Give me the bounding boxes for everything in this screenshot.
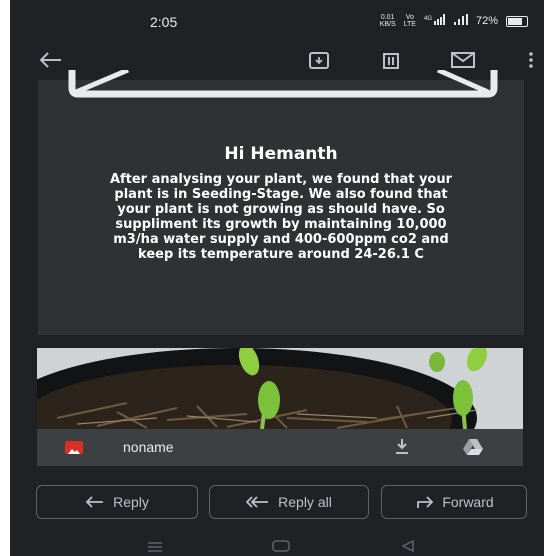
reply-icon bbox=[85, 496, 105, 508]
image-file-icon bbox=[65, 441, 83, 454]
svg-text:4G: 4G bbox=[424, 16, 432, 22]
attachment-card[interactable]: noname bbox=[37, 348, 523, 466]
signal-4g-icon: 4G bbox=[424, 14, 446, 28]
mail-icon[interactable] bbox=[450, 48, 476, 72]
network-speed: 0.01 KB/S bbox=[379, 14, 396, 28]
email-body: Hi Hemanth After analysing your plant, w… bbox=[38, 70, 524, 335]
status-icons: 0.01 KB/S Vo LTE 4G 72% bbox=[380, 14, 528, 28]
attachment-bar: noname bbox=[37, 429, 523, 466]
drive-icon[interactable] bbox=[463, 438, 483, 459]
status-bar: 2:05 0.01 KB/S Vo LTE 4G 72% bbox=[10, 0, 544, 40]
status-time: 2:05 bbox=[150, 14, 178, 30]
reply-all-button[interactable]: Reply all bbox=[209, 485, 369, 519]
back-nav-icon[interactable] bbox=[401, 537, 414, 556]
volte-indicator: Vo LTE bbox=[403, 14, 416, 28]
battery-percent: 72% bbox=[475, 15, 498, 27]
greeting-heading: Hi Hemanth bbox=[224, 144, 338, 164]
phone-screen: 2:05 0.01 KB/S Vo LTE 4G 72% Hi Hemanth … bbox=[10, 0, 544, 556]
envelope-graphic bbox=[68, 70, 498, 98]
forward-button[interactable]: Forward bbox=[381, 485, 527, 519]
trash-icon[interactable] bbox=[378, 48, 404, 72]
plant-photo[interactable] bbox=[37, 348, 523, 429]
attachment-name: noname bbox=[123, 439, 174, 455]
forward-icon bbox=[414, 496, 434, 508]
download-icon[interactable] bbox=[393, 437, 411, 459]
message-text: After analysing your plant, we found tha… bbox=[109, 172, 453, 262]
reply-all-icon bbox=[246, 496, 270, 508]
reply-button[interactable]: Reply bbox=[36, 485, 198, 519]
signal-icon bbox=[453, 14, 468, 28]
archive-icon[interactable] bbox=[306, 48, 332, 72]
system-nav-bar bbox=[10, 530, 544, 556]
battery-icon bbox=[506, 15, 528, 27]
home-icon[interactable] bbox=[272, 537, 290, 556]
menu-icon[interactable] bbox=[148, 537, 162, 556]
arrow-left-icon[interactable] bbox=[38, 48, 64, 72]
more-vert-icon[interactable] bbox=[518, 48, 544, 72]
